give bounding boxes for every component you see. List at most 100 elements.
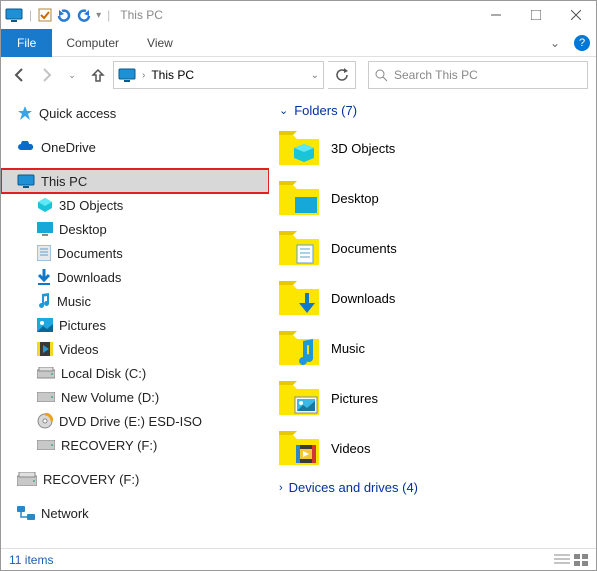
folder-label: Downloads	[331, 291, 395, 306]
folder-desktop[interactable]: Desktop	[279, 176, 586, 220]
address-dropdown-icon[interactable]: ⌄	[311, 70, 319, 81]
devices-section-header[interactable]: › Devices and drives (4)	[279, 480, 586, 495]
videos-icon	[37, 342, 53, 356]
sidebar-item-documents[interactable]: Documents	[1, 241, 269, 265]
recent-dropdown-icon[interactable]: ⌄	[61, 64, 83, 86]
devices-header-label: Devices and drives (4)	[289, 480, 418, 495]
checkbox-icon[interactable]	[38, 8, 52, 22]
computer-tab[interactable]: Computer	[52, 29, 133, 57]
3d-icon	[37, 197, 53, 213]
help-icon[interactable]: ?	[574, 35, 590, 51]
back-button[interactable]	[9, 64, 31, 86]
sidebar-item-label: Desktop	[59, 222, 107, 237]
folder-pictures[interactable]: Pictures	[279, 376, 586, 420]
view-tab[interactable]: View	[133, 29, 187, 57]
ribbon-collapse-icon[interactable]: ⌄	[542, 36, 568, 50]
folder-documents[interactable]: Documents	[279, 226, 586, 270]
sidebar-item-pictures[interactable]: Pictures	[1, 313, 269, 337]
sidebar-item-label: Local Disk (C:)	[61, 366, 146, 381]
sidebar-item-label: Videos	[59, 342, 99, 357]
sidebar-item-desktop[interactable]: Desktop	[1, 217, 269, 241]
folder-3d-objects[interactable]: 3D Objects	[279, 126, 586, 170]
chevron-right-icon[interactable]: ›	[142, 70, 145, 81]
folders-section-header[interactable]: ⌄ Folders (7)	[279, 103, 586, 118]
drive-icon	[37, 367, 55, 379]
up-button[interactable]	[87, 64, 109, 86]
sidebar-recovery-f-dup[interactable]: RECOVERY (F:)	[1, 467, 269, 491]
pictures-icon	[37, 318, 53, 332]
folders-header-label: Folders (7)	[294, 103, 357, 118]
sidebar-item-dvd-e[interactable]: DVD Drive (E:) ESD-ISO	[1, 409, 269, 433]
file-tab[interactable]: File	[1, 29, 52, 57]
folder-label: Documents	[331, 241, 397, 256]
sidebar-network[interactable]: Network	[1, 501, 269, 525]
folder-label: Pictures	[331, 391, 378, 406]
folder-icon	[279, 131, 319, 165]
address-bar[interactable]: › This PC ⌄	[113, 61, 324, 89]
documents-icon	[37, 245, 51, 261]
folder-label: 3D Objects	[331, 141, 395, 156]
folder-icon	[279, 231, 319, 265]
folder-videos[interactable]: Videos	[279, 426, 586, 470]
redo-icon[interactable]	[76, 8, 92, 22]
sidebar-onedrive[interactable]: OneDrive	[1, 135, 269, 159]
star-icon	[17, 105, 33, 121]
sidebar-item-downloads[interactable]: Downloads	[1, 265, 269, 289]
qat-divider-2: |	[107, 8, 110, 22]
details-view-icon[interactable]	[554, 554, 570, 566]
sidebar-item-label: DVD Drive (E:) ESD-ISO	[59, 414, 202, 429]
sidebar-item-label: Downloads	[57, 270, 121, 285]
folder-music[interactable]: Music	[279, 326, 586, 370]
undo-icon[interactable]	[56, 8, 72, 22]
downloads-icon	[37, 269, 51, 285]
content-pane: ⌄ Folders (7) 3D Objects Desktop Documen…	[269, 93, 596, 533]
desktop-icon	[37, 222, 53, 236]
address-location[interactable]: This PC	[151, 68, 194, 82]
search-placeholder: Search This PC	[394, 68, 478, 82]
folder-icon	[279, 431, 319, 465]
pc-icon	[17, 174, 35, 188]
sidebar-item-label: Quick access	[39, 106, 116, 121]
folder-label: Videos	[331, 441, 371, 456]
forward-button[interactable]	[35, 64, 57, 86]
sidebar-item-music[interactable]: Music	[1, 289, 269, 313]
sidebar-item-label: RECOVERY (F:)	[43, 472, 139, 487]
drive-icon	[37, 392, 55, 402]
pc-icon	[5, 8, 23, 22]
sidebar-item-local-disk-c[interactable]: Local Disk (C:)	[1, 361, 269, 385]
refresh-button[interactable]	[328, 61, 356, 89]
chevron-down-icon: ⌄	[279, 104, 288, 117]
large-icons-view-icon[interactable]	[574, 554, 588, 566]
sidebar-item-videos[interactable]: Videos	[1, 337, 269, 361]
maximize-button[interactable]	[516, 1, 556, 29]
sidebar-item-label: Pictures	[59, 318, 106, 333]
sidebar-item-label: New Volume (D:)	[61, 390, 159, 405]
sidebar-item-label: Music	[57, 294, 91, 309]
minimize-button[interactable]	[476, 1, 516, 29]
music-icon	[37, 293, 51, 309]
sidebar-item-label: OneDrive	[41, 140, 96, 155]
sidebar-item-label: RECOVERY (F:)	[61, 438, 157, 453]
search-icon	[375, 69, 388, 82]
folder-downloads[interactable]: Downloads	[279, 276, 586, 320]
folder-icon	[279, 381, 319, 415]
pc-icon	[118, 68, 136, 82]
sidebar-item-recovery-f[interactable]: RECOVERY (F:)	[1, 433, 269, 457]
folder-icon	[279, 331, 319, 365]
sidebar-item-label: 3D Objects	[59, 198, 123, 213]
qat-dropdown-icon[interactable]: ▾	[96, 10, 101, 21]
status-item-count: 11 items	[9, 553, 53, 567]
close-button[interactable]	[556, 1, 596, 29]
sidebar-quick-access[interactable]: Quick access	[1, 101, 269, 125]
search-input[interactable]: Search This PC	[368, 61, 588, 89]
cloud-icon	[17, 141, 35, 153]
qat-divider: |	[29, 8, 32, 22]
folder-label: Desktop	[331, 191, 379, 206]
sidebar-item-3d-objects[interactable]: 3D Objects	[1, 193, 269, 217]
sidebar-item-new-volume-d[interactable]: New Volume (D:)	[1, 385, 269, 409]
chevron-right-icon: ›	[279, 482, 283, 494]
window-title: This PC	[120, 8, 163, 22]
drive-icon	[37, 440, 55, 450]
sidebar-this-pc[interactable]: This PC	[1, 169, 269, 193]
sidebar: Quick access OneDrive This PC 3D Objects…	[1, 93, 269, 533]
